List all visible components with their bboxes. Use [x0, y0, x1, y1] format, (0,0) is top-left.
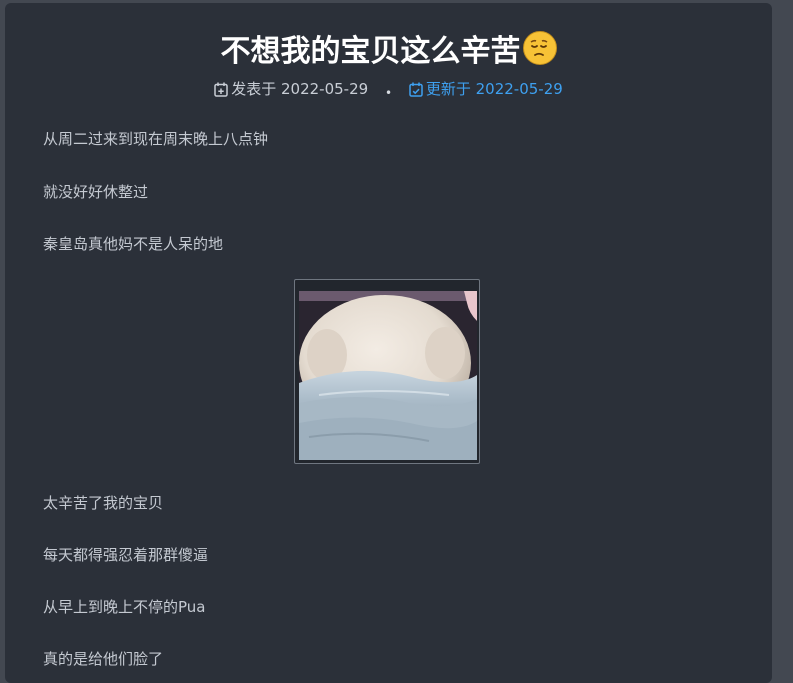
post-title: 不想我的宝贝这么辛苦 [5, 31, 772, 72]
calendar-plus-icon [214, 82, 228, 97]
paragraph: 从周二过来到现在周末晚上八点钟 [43, 130, 269, 148]
published-info: 发表于 2022-05-29 [214, 79, 368, 99]
post-card: 不想我的宝贝这么辛苦 发表于 2022-05-29 • 更新于 2022-05-… [5, 3, 772, 683]
meta-separator: • [384, 85, 393, 100]
paragraph: 太辛苦了我的宝贝 [43, 494, 164, 512]
paragraph: 真的是给他们脸了 [43, 650, 164, 668]
published-date: 2022-05-29 [280, 80, 369, 98]
post-title-text: 不想我的宝贝这么辛苦 [220, 34, 521, 69]
puppy-photo [294, 279, 480, 464]
post-meta: 发表于 2022-05-29 • 更新于 2022-05-29 [5, 79, 772, 103]
updated-info: 更新于 2022-05-29 [409, 79, 563, 99]
paragraph: 每天都得强忍着那群傻逼 [43, 546, 209, 564]
pensive-face-emoji-icon [522, 31, 557, 65]
updated-date: 2022-05-29 [475, 80, 563, 98]
paragraph: 就没好好休整过 [43, 183, 149, 201]
updated-label: 更新于 [425, 80, 471, 98]
published-label: 发表于 [231, 80, 277, 98]
paragraph: 从早上到晚上不停的Pua [43, 598, 206, 616]
paragraph: 秦皇岛真他妈不是人呆的地 [43, 235, 224, 253]
calendar-check-icon [409, 82, 423, 97]
